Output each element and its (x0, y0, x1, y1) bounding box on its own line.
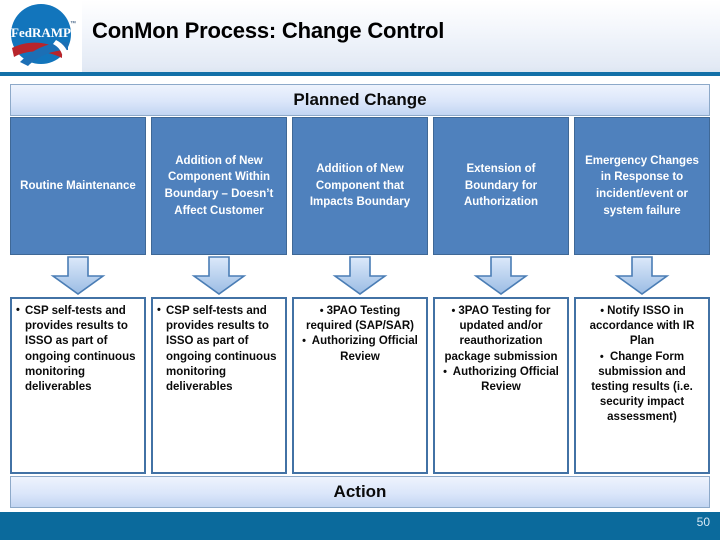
action-label: Action (333, 482, 387, 501)
cause-label: Routine Maintenance (20, 179, 136, 192)
action-band: Action (10, 476, 710, 508)
down-arrow (433, 255, 569, 297)
arrow-down-icon (50, 256, 106, 295)
action-item: CSP self-tests and provides results to I… (16, 303, 140, 395)
action-item: CSP self-tests and provides results to I… (157, 303, 281, 395)
action-box[interactable]: CSP self-tests and provides results to I… (151, 297, 287, 474)
cause-box[interactable]: Addition of New Component Within Boundar… (151, 117, 287, 255)
arrow-down-icon (191, 256, 247, 295)
action-list: CSP self-tests and provides results to I… (157, 303, 281, 395)
arrow-down-icon (473, 256, 529, 295)
page-title: ConMon Process: Change Control (92, 18, 445, 43)
down-arrow (574, 255, 710, 297)
diagram-column: Addition of New Component Within Boundar… (151, 117, 287, 474)
diagram-column: Routine Maintenance CSP self-tests and p… (10, 117, 146, 474)
change-control-diagram: Planned Change Routine Maintenance • CSP… (10, 84, 710, 508)
diagram-columns: Routine Maintenance CSP self-tests and p… (10, 117, 710, 474)
cause-label: Extension of Boundary for Authorization (463, 162, 539, 209)
diagram-column: Emergency Changes in Response to inciden… (574, 117, 710, 474)
action-item: 3PAO Testing required (SAP/SAR) (298, 304, 422, 334)
cause-label: Emergency Changes in Response to inciden… (585, 154, 699, 217)
slide-header: FedRAMP ™ ConMon Process: Change Control (0, 0, 720, 72)
page-number: 50 (696, 515, 710, 529)
cause-box[interactable]: Extension of Boundary for Authorization (433, 117, 569, 255)
header-divider (0, 72, 720, 76)
action-box[interactable]: Notify ISSO in accordance with IR Plan C… (574, 297, 710, 474)
diagram-column: Extension of Boundary for Authorization … (433, 117, 569, 474)
cause-box[interactable]: Routine Maintenance (10, 117, 146, 255)
down-arrow (292, 255, 428, 297)
cause-box[interactable]: Emergency Changes in Response to inciden… (574, 117, 710, 255)
svg-text:FedRAMP: FedRAMP (11, 25, 71, 40)
fedramp-logo-icon: FedRAMP ™ (11, 4, 76, 66)
planned-change-label: Planned Change (293, 90, 427, 109)
arrow-down-icon (332, 256, 388, 295)
action-box[interactable]: CSP self-tests and provides results to I… (10, 297, 146, 474)
action-box[interactable]: 3PAO Testing required (SAP/SAR) Authoriz… (292, 297, 428, 474)
cause-label: Addition of New Component that Impacts B… (309, 162, 411, 209)
planned-change-band: Planned Change (10, 84, 710, 116)
down-arrow (10, 255, 146, 297)
action-list: 3PAO Testing required (SAP/SAR) Authoriz… (298, 304, 422, 365)
cause-label: Addition of New Component Within Boundar… (164, 154, 274, 217)
action-item: Notify ISSO in accordance with IR Plan (580, 304, 704, 350)
arrow-down-icon (614, 256, 670, 295)
action-item: Change Form submission and testing resul… (580, 350, 704, 426)
diagram-column: Addition of New Component that Impacts B… (292, 117, 428, 474)
down-arrow (151, 255, 287, 297)
action-box[interactable]: 3PAO Testing for updated and/or reauthor… (433, 297, 569, 474)
fedramp-logo: FedRAMP ™ (0, 0, 82, 72)
footer-bar (0, 512, 720, 540)
action-item: Authorizing Official Review (439, 365, 563, 395)
action-item: Authorizing Official Review (298, 334, 422, 364)
cause-box[interactable]: Addition of New Component that Impacts B… (292, 117, 428, 255)
action-list: Notify ISSO in accordance with IR Plan C… (580, 304, 704, 425)
action-list: 3PAO Testing for updated and/or reauthor… (439, 304, 563, 395)
action-list: CSP self-tests and provides results to I… (16, 303, 140, 395)
action-item: 3PAO Testing for updated and/or reauthor… (439, 304, 563, 365)
svg-text:™: ™ (70, 20, 76, 27)
